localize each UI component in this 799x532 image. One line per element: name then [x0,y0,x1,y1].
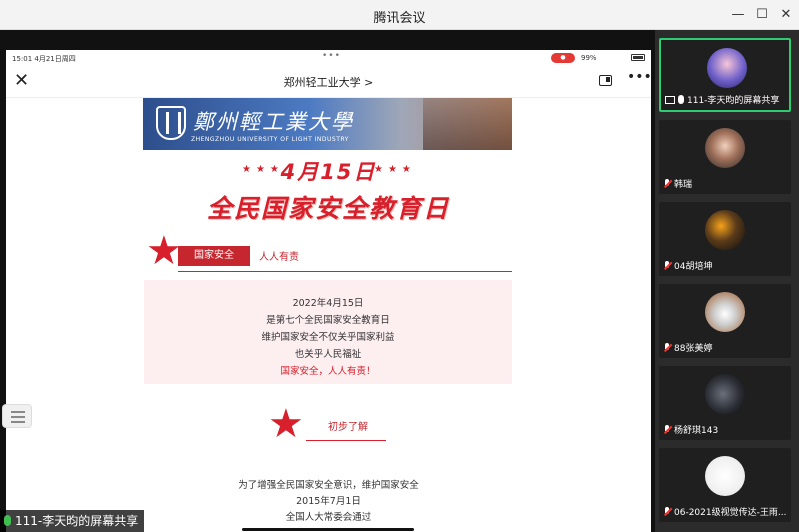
section2-label: 初步了解 [328,422,368,433]
mic-on-icon [4,515,11,526]
body-line: 为了增强全民国家安全意识，维护国家安全 [238,480,419,491]
title-bar: 腾讯会议 — ☐ ✕ [0,0,799,30]
red-star-icon: ★ [146,228,182,274]
mic-muted-icon [663,343,672,352]
mic-muted-icon [663,261,672,270]
screen-share-label: 111-李天昀的屏幕共享 [0,510,145,532]
maximize-button[interactable]: ☐ [750,4,774,26]
window-title: 腾讯会议 [373,11,426,26]
intro-slogan: 国家安全，人人有责！ [280,366,376,377]
participant-list: 111-李天昀的屏幕共享 韩瑞 04胡培坤 88张美婷 杨舒琪143 06-20… [655,30,799,532]
participant-tile[interactable]: 杨舒琪143 [659,366,791,440]
intro-line: 也关乎人民福祉 [294,349,362,360]
red-star-icon: ★ [268,401,304,447]
home-indicator[interactable] [242,528,414,531]
intro-line: 是第七个全民国家安全教育日 [266,315,390,326]
close-window-button[interactable]: ✕ [774,4,798,26]
status-dots: ••• [322,51,341,61]
article-nav-bar: ✕ 郑州轻工业大学 > ••• [6,66,651,98]
university-logo-icon [156,106,186,140]
main-headline: 全民国家安全教育日 [206,194,450,223]
banner-english-name: ZHENGZHOU UNIVERSITY OF LIGHT INDUSTRY [191,136,349,143]
body-line: 2015年7月1日 [296,496,361,507]
mic-on-icon [678,95,684,104]
avatar [705,374,745,414]
meeting-window: 腾讯会议 — ☐ ✕ 15:01 4月21日周四 ••• ● 99% ✕ 郑州轻… [0,0,799,532]
phone-status-bar: 15:01 4月21日周四 ••• ● 99% [6,50,651,66]
mic-muted-icon [663,507,672,516]
account-name-link[interactable]: 郑州轻工业大学 > [6,74,651,90]
participant-name: 杨舒琪143 [674,426,719,436]
screen-share-icon [665,96,675,104]
section1-divider [178,271,512,272]
list-menu-icon[interactable] [2,404,32,428]
recording-indicator-icon: ● [551,53,575,63]
battery-icon [631,54,645,61]
battery-percent: 99% [581,54,597,62]
participant-name: 111-李天昀的屏幕共享 [687,96,780,106]
banner-chinese-name: 鄭州輕工業大學 [193,110,354,134]
intro-box: 2022年4月15日 是第七个全民国家安全教育日 维护国家安全不仅关乎国家利益 … [144,280,512,384]
intro-line: 2022年4月15日 [292,298,364,309]
participant-tile[interactable]: 04胡培坤 [659,202,791,276]
participant-tile[interactable]: 韩瑞 [659,120,791,194]
intro-line: 维护国家安全不仅关乎国家利益 [261,332,395,343]
section2-divider [306,440,386,441]
decor-stars-right-icon: ★★★ [374,164,416,175]
participant-name: 04胡培坤 [674,262,713,272]
participant-tile[interactable]: 88张美婷 [659,284,791,358]
avatar [705,210,745,250]
mic-muted-icon [663,179,672,188]
university-banner: 鄭州輕工業大學 ZHENGZHOU UNIVERSITY OF LIGHT IN… [143,98,512,150]
section1-tag: 国家安全 [178,246,250,266]
avatar [705,128,745,168]
section-header-2: ★ 初步了解 [268,401,388,447]
avatar [707,48,747,88]
avatar [705,456,745,496]
section-header-1: ★ 国家安全 人人有责 [144,228,512,275]
more-icon[interactable]: ••• [627,69,651,85]
shared-screen-area: 15:01 4月21日周四 ••• ● 99% ✕ 郑州轻工业大学 > ••• … [0,30,655,532]
participant-name: 88张美婷 [674,344,713,354]
participant-tile[interactable]: 06-2021级视觉传达-王雨... [659,448,791,522]
participant-name: 06-2021级视觉传达-王雨... [674,508,787,518]
section1-tag2: 人人有责 [259,252,299,263]
shared-phone-screen: 15:01 4月21日周四 ••• ● 99% ✕ 郑州轻工业大学 > ••• … [6,50,651,532]
floating-window-icon[interactable] [599,75,612,86]
participant-name: 韩瑞 [674,180,693,190]
mic-muted-icon [663,425,672,434]
participant-tile[interactable]: 111-李天昀的屏幕共享 [659,38,791,112]
avatar [705,292,745,332]
status-time: 15:01 4月21日周四 [12,55,76,63]
date-headline: 4月15日 [280,160,377,184]
minimize-button[interactable]: — [726,4,750,26]
banner-building-image [423,98,512,150]
